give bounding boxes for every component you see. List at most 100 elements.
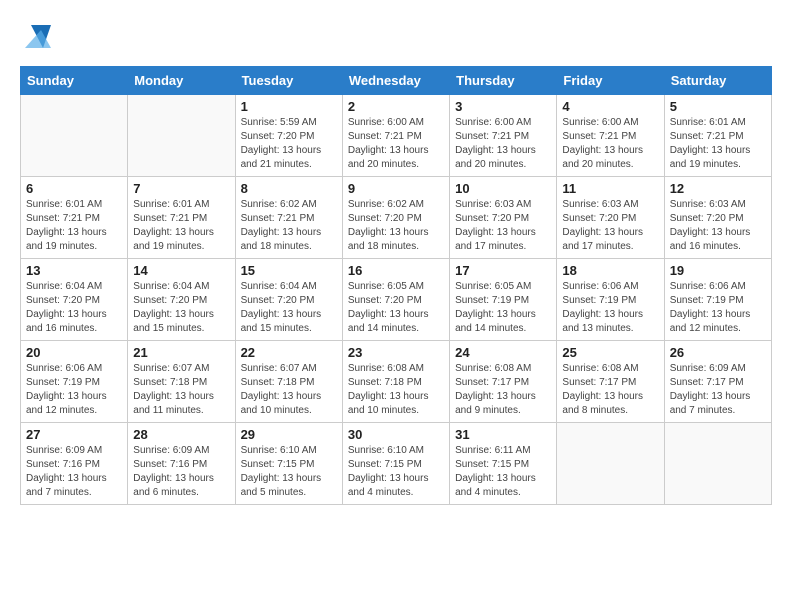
day-number: 30 (348, 427, 444, 442)
logo-icon (23, 20, 53, 50)
day-info: Sunrise: 6:04 AM Sunset: 7:20 PM Dayligh… (133, 280, 229, 336)
day-info: Sunrise: 6:05 AM Sunset: 7:20 PM Dayligh… (348, 280, 444, 336)
weekday-monday: Monday (128, 67, 235, 95)
day-cell: 9 Sunrise: 6:02 AM Sunset: 7:20 PM Daylig… (342, 177, 449, 259)
day-number: 21 (133, 345, 229, 360)
page: SundayMondayTuesdayWednesdayThursdayFrid… (0, 0, 792, 515)
day-cell: 16 Sunrise: 6:05 AM Sunset: 7:20 PM Dayli… (342, 259, 449, 341)
day-cell: 18 Sunrise: 6:06 AM Sunset: 7:19 PM Dayli… (557, 259, 664, 341)
day-cell (664, 423, 771, 505)
day-number: 12 (670, 181, 766, 196)
day-cell: 5 Sunrise: 6:01 AM Sunset: 7:21 PM Daylig… (664, 95, 771, 177)
weekday-saturday: Saturday (664, 67, 771, 95)
day-cell: 21 Sunrise: 6:07 AM Sunset: 7:18 PM Dayli… (128, 341, 235, 423)
day-info: Sunrise: 6:00 AM Sunset: 7:21 PM Dayligh… (348, 116, 444, 172)
day-cell: 25 Sunrise: 6:08 AM Sunset: 7:17 PM Dayli… (557, 341, 664, 423)
day-info: Sunrise: 6:01 AM Sunset: 7:21 PM Dayligh… (670, 116, 766, 172)
day-number: 6 (26, 181, 122, 196)
day-number: 31 (455, 427, 551, 442)
day-cell: 11 Sunrise: 6:03 AM Sunset: 7:20 PM Dayli… (557, 177, 664, 259)
day-info: Sunrise: 6:06 AM Sunset: 7:19 PM Dayligh… (562, 280, 658, 336)
day-info: Sunrise: 6:09 AM Sunset: 7:16 PM Dayligh… (26, 444, 122, 500)
day-cell: 17 Sunrise: 6:05 AM Sunset: 7:19 PM Dayli… (450, 259, 557, 341)
day-number: 27 (26, 427, 122, 442)
week-row-5: 27 Sunrise: 6:09 AM Sunset: 7:16 PM Dayli… (21, 423, 772, 505)
day-info: Sunrise: 6:01 AM Sunset: 7:21 PM Dayligh… (26, 198, 122, 254)
day-info: Sunrise: 6:01 AM Sunset: 7:21 PM Dayligh… (133, 198, 229, 254)
day-number: 20 (26, 345, 122, 360)
day-info: Sunrise: 6:10 AM Sunset: 7:15 PM Dayligh… (241, 444, 337, 500)
day-cell: 26 Sunrise: 6:09 AM Sunset: 7:17 PM Dayli… (664, 341, 771, 423)
day-cell: 24Sunrise: 6:08 AM Sunset: 7:17 PM Dayli… (450, 341, 557, 423)
day-info: Sunrise: 6:10 AM Sunset: 7:15 PM Dayligh… (348, 444, 444, 500)
day-cell (557, 423, 664, 505)
day-number: 4 (562, 99, 658, 114)
day-info: Sunrise: 6:03 AM Sunset: 7:20 PM Dayligh… (562, 198, 658, 254)
day-info: Sunrise: 6:06 AM Sunset: 7:19 PM Dayligh… (670, 280, 766, 336)
day-number: 17 (455, 263, 551, 278)
day-cell: 7 Sunrise: 6:01 AM Sunset: 7:21 PM Daylig… (128, 177, 235, 259)
day-number: 7 (133, 181, 229, 196)
weekday-friday: Friday (557, 67, 664, 95)
day-cell: 13 Sunrise: 6:04 AM Sunset: 7:20 PM Dayli… (21, 259, 128, 341)
day-info: Sunrise: 6:08 AM Sunset: 7:17 PM Dayligh… (455, 362, 551, 418)
day-cell: 4 Sunrise: 6:00 AM Sunset: 7:21 PM Daylig… (557, 95, 664, 177)
week-row-3: 13 Sunrise: 6:04 AM Sunset: 7:20 PM Dayli… (21, 259, 772, 341)
day-cell: 31 Sunrise: 6:11 AM Sunset: 7:15 PM Dayli… (450, 423, 557, 505)
weekday-wednesday: Wednesday (342, 67, 449, 95)
day-number: 14 (133, 263, 229, 278)
day-number: 19 (670, 263, 766, 278)
day-info: Sunrise: 6:07 AM Sunset: 7:18 PM Dayligh… (241, 362, 337, 418)
day-info: Sunrise: 6:08 AM Sunset: 7:18 PM Dayligh… (348, 362, 444, 418)
day-info: Sunrise: 6:11 AM Sunset: 7:15 PM Dayligh… (455, 444, 551, 500)
day-info: Sunrise: 6:09 AM Sunset: 7:16 PM Dayligh… (133, 444, 229, 500)
day-number: 26 (670, 345, 766, 360)
day-cell: 2Sunrise: 6:00 AM Sunset: 7:21 PM Daylig… (342, 95, 449, 177)
week-row-1: 1 Sunrise: 5:59 AM Sunset: 7:20 PM Daylig… (21, 95, 772, 177)
day-info: Sunrise: 6:04 AM Sunset: 7:20 PM Dayligh… (26, 280, 122, 336)
day-info: Sunrise: 6:08 AM Sunset: 7:17 PM Dayligh… (562, 362, 658, 418)
day-info: Sunrise: 6:00 AM Sunset: 7:21 PM Dayligh… (455, 116, 551, 172)
day-info: Sunrise: 6:00 AM Sunset: 7:21 PM Dayligh… (562, 116, 658, 172)
day-cell: 27 Sunrise: 6:09 AM Sunset: 7:16 PM Dayli… (21, 423, 128, 505)
day-cell: 14 Sunrise: 6:04 AM Sunset: 7:20 PM Dayli… (128, 259, 235, 341)
weekday-tuesday: Tuesday (235, 67, 342, 95)
day-info: Sunrise: 5:59 AM Sunset: 7:20 PM Dayligh… (241, 116, 337, 172)
weekday-header: SundayMondayTuesdayWednesdayThursdayFrid… (21, 67, 772, 95)
day-number: 13 (26, 263, 122, 278)
day-number: 23 (348, 345, 444, 360)
day-cell: 20 Sunrise: 6:06 AM Sunset: 7:19 PM Dayli… (21, 341, 128, 423)
day-info: Sunrise: 6:09 AM Sunset: 7:17 PM Dayligh… (670, 362, 766, 418)
day-number: 16 (348, 263, 444, 278)
day-info: Sunrise: 6:06 AM Sunset: 7:19 PM Dayligh… (26, 362, 122, 418)
day-cell: 1 Sunrise: 5:59 AM Sunset: 7:20 PM Daylig… (235, 95, 342, 177)
day-number: 9 (348, 181, 444, 196)
day-info: Sunrise: 6:04 AM Sunset: 7:20 PM Dayligh… (241, 280, 337, 336)
day-number: 1 (241, 99, 337, 114)
day-number: 5 (670, 99, 766, 114)
weekday-thursday: Thursday (450, 67, 557, 95)
day-number: 29 (241, 427, 337, 442)
weekday-sunday: Sunday (21, 67, 128, 95)
day-number: 11 (562, 181, 658, 196)
week-row-4: 20 Sunrise: 6:06 AM Sunset: 7:19 PM Dayli… (21, 341, 772, 423)
day-info: Sunrise: 6:02 AM Sunset: 7:20 PM Dayligh… (348, 198, 444, 254)
day-cell: 10 Sunrise: 6:03 AM Sunset: 7:20 PM Dayli… (450, 177, 557, 259)
day-cell: 3 Sunrise: 6:00 AM Sunset: 7:21 PM Daylig… (450, 95, 557, 177)
day-info: Sunrise: 6:05 AM Sunset: 7:19 PM Dayligh… (455, 280, 551, 336)
day-number: 3 (455, 99, 551, 114)
day-cell: 19 Sunrise: 6:06 AM Sunset: 7:19 PM Dayli… (664, 259, 771, 341)
day-number: 15 (241, 263, 337, 278)
day-number: 28 (133, 427, 229, 442)
day-info: Sunrise: 6:03 AM Sunset: 7:20 PM Dayligh… (455, 198, 551, 254)
day-number: 25 (562, 345, 658, 360)
day-cell: 23 Sunrise: 6:08 AM Sunset: 7:18 PM Dayli… (342, 341, 449, 423)
day-info: Sunrise: 6:07 AM Sunset: 7:18 PM Dayligh… (133, 362, 229, 418)
calendar: SundayMondayTuesdayWednesdayThursdayFrid… (20, 66, 772, 505)
day-cell: 22Sunrise: 6:07 AM Sunset: 7:18 PM Dayli… (235, 341, 342, 423)
day-number: 18 (562, 263, 658, 278)
day-cell: 28 Sunrise: 6:09 AM Sunset: 7:16 PM Dayli… (128, 423, 235, 505)
day-cell: 15 Sunrise: 6:04 AM Sunset: 7:20 PM Dayli… (235, 259, 342, 341)
day-number: 10 (455, 181, 551, 196)
day-cell: 12Sunrise: 6:03 AM Sunset: 7:20 PM Dayli… (664, 177, 771, 259)
